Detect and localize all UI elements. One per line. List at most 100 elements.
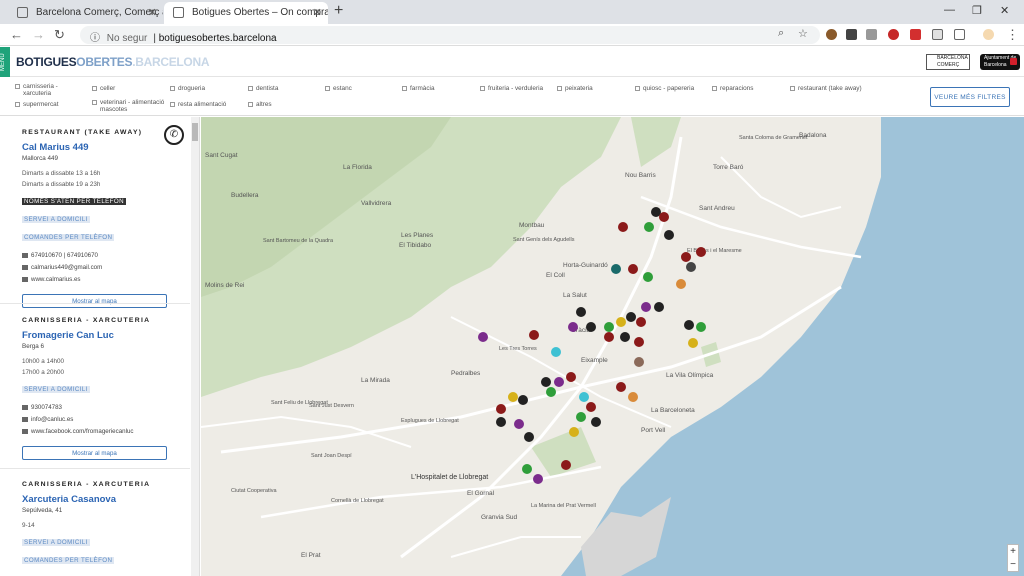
- filter-farmacia[interactable]: farmàcia: [402, 85, 435, 92]
- site-logo[interactable]: BOTIGUESOBERTES.BARCELONA: [16, 55, 210, 69]
- checkbox[interactable]: [712, 86, 717, 91]
- shop-marker[interactable]: [496, 417, 506, 427]
- shop-marker[interactable]: [576, 412, 586, 422]
- shop-marker[interactable]: [676, 279, 686, 289]
- shop-marker[interactable]: [478, 332, 488, 342]
- shop-marker[interactable]: [644, 222, 654, 232]
- listing-web[interactable]: www.facebook.com/fromageriecanluc: [31, 428, 133, 435]
- checkbox[interactable]: [635, 86, 640, 91]
- info-icon[interactable]: ⓘ: [90, 33, 100, 44]
- bookmark-star-icon[interactable]: ☆: [798, 27, 808, 40]
- zoom-in-button[interactable]: +: [1008, 545, 1018, 558]
- restore-icon[interactable]: ❐: [972, 4, 982, 17]
- shop-marker[interactable]: [626, 312, 636, 322]
- listing-name[interactable]: Xarcuteria Casanova: [22, 494, 182, 505]
- listing-email[interactable]: info@canluc.es: [31, 416, 73, 423]
- shop-marker[interactable]: [628, 392, 638, 402]
- checkbox[interactable]: [92, 86, 97, 91]
- shop-marker[interactable]: [681, 252, 691, 262]
- filter-supermercat[interactable]: supermercat: [15, 101, 59, 108]
- back-icon[interactable]: ←: [10, 27, 23, 42]
- shop-marker[interactable]: [611, 264, 621, 274]
- checkbox[interactable]: [170, 102, 175, 107]
- filter-estanc[interactable]: estanc: [325, 85, 352, 92]
- close-tab-icon[interactable]: ✕: [313, 6, 322, 19]
- filter-dentista[interactable]: dentista: [248, 85, 278, 92]
- checkbox[interactable]: [92, 100, 97, 105]
- filter-veterinari[interactable]: veterinari - alimentació mascotes: [92, 99, 170, 113]
- listing-web[interactable]: www.calmarius.es: [31, 276, 81, 283]
- shop-marker[interactable]: [636, 317, 646, 327]
- shop-marker[interactable]: [586, 322, 596, 332]
- more-filters-button[interactable]: VEURE MÉS FILTRES: [930, 87, 1010, 107]
- map-canvas[interactable]: Badalona Santa Coloma de Gramenet El Bes…: [201, 117, 1024, 576]
- extension-qr-icon[interactable]: [846, 29, 857, 40]
- shop-marker[interactable]: [604, 332, 614, 342]
- shop-marker[interactable]: [664, 230, 674, 240]
- shop-marker[interactable]: [546, 387, 556, 397]
- shop-marker[interactable]: [522, 464, 532, 474]
- close-window-icon[interactable]: ✕: [1000, 4, 1009, 17]
- shop-marker[interactable]: [684, 320, 694, 330]
- filter-restaurant[interactable]: restaurant (take away): [790, 85, 862, 92]
- extension-capture-icon[interactable]: [932, 29, 943, 40]
- scrollbar-thumb[interactable]: [192, 123, 198, 141]
- checkbox[interactable]: [15, 84, 20, 89]
- checkbox[interactable]: [248, 86, 253, 91]
- new-tab-icon[interactable]: +: [334, 2, 343, 20]
- shop-marker[interactable]: [551, 347, 561, 357]
- filter-peixateria[interactable]: peixateria: [557, 85, 593, 92]
- checkbox[interactable]: [15, 102, 20, 107]
- forward-icon[interactable]: →: [32, 27, 45, 42]
- shop-marker[interactable]: [654, 302, 664, 312]
- listing-phone[interactable]: 674910670 | 674910670: [31, 252, 98, 259]
- checkbox[interactable]: [248, 102, 253, 107]
- listing-name[interactable]: Cal Marius 449: [22, 142, 182, 153]
- listing-phone[interactable]: 930074783: [31, 404, 62, 411]
- shop-marker[interactable]: [496, 404, 506, 414]
- shop-marker[interactable]: [634, 357, 644, 367]
- shop-marker[interactable]: [579, 392, 589, 402]
- filter-celler[interactable]: celler: [92, 85, 115, 92]
- shop-marker[interactable]: [688, 338, 698, 348]
- extension-icon[interactable]: [866, 29, 877, 40]
- shop-marker[interactable]: [508, 392, 518, 402]
- shop-marker[interactable]: [518, 395, 528, 405]
- browser-menu-icon[interactable]: ⋮: [1006, 27, 1019, 43]
- minimize-icon[interactable]: —: [944, 4, 955, 16]
- shop-marker[interactable]: [659, 212, 669, 222]
- filter-altres[interactable]: altres: [248, 101, 272, 108]
- shop-marker[interactable]: [643, 272, 653, 282]
- shop-marker[interactable]: [641, 302, 651, 312]
- shop-marker[interactable]: [554, 377, 564, 387]
- shop-marker[interactable]: [586, 402, 596, 412]
- address-bar[interactable]: ⓘ No segur | botiguesobertes.barcelona: [80, 26, 820, 44]
- filter-quiosc[interactable]: quiosc - papereria: [635, 85, 694, 92]
- shop-marker[interactable]: [696, 247, 706, 257]
- listing-name[interactable]: Fromagerie Can Luc: [22, 330, 182, 341]
- checkbox[interactable]: [402, 86, 407, 91]
- filter-carnisseria[interactable]: carnisseria - xarcuteria: [15, 83, 75, 97]
- zoom-icon[interactable]: ⌕: [778, 27, 784, 40]
- checkbox[interactable]: [480, 86, 485, 91]
- shop-marker[interactable]: [696, 322, 706, 332]
- checkbox[interactable]: [790, 86, 795, 91]
- shop-marker[interactable]: [616, 317, 626, 327]
- extension-pocket-icon[interactable]: [954, 29, 965, 40]
- shop-marker[interactable]: [533, 474, 543, 484]
- shop-marker[interactable]: [569, 427, 579, 437]
- shop-marker[interactable]: [616, 382, 626, 392]
- shop-marker[interactable]: [529, 330, 539, 340]
- shop-marker[interactable]: [566, 372, 576, 382]
- shop-marker[interactable]: [561, 460, 571, 470]
- shop-marker[interactable]: [604, 322, 614, 332]
- shop-marker[interactable]: [620, 332, 630, 342]
- shop-marker[interactable]: [591, 417, 601, 427]
- filter-drogueria[interactable]: drogueria: [170, 85, 205, 92]
- checkbox[interactable]: [557, 86, 562, 91]
- show-on-map-button[interactable]: Mostrar al mapa: [22, 294, 167, 308]
- shop-marker[interactable]: [628, 264, 638, 274]
- extension-pinterest-icon[interactable]: [910, 29, 921, 40]
- listing-email[interactable]: calmarius449@gmail.com: [31, 264, 102, 271]
- shop-marker[interactable]: [524, 432, 534, 442]
